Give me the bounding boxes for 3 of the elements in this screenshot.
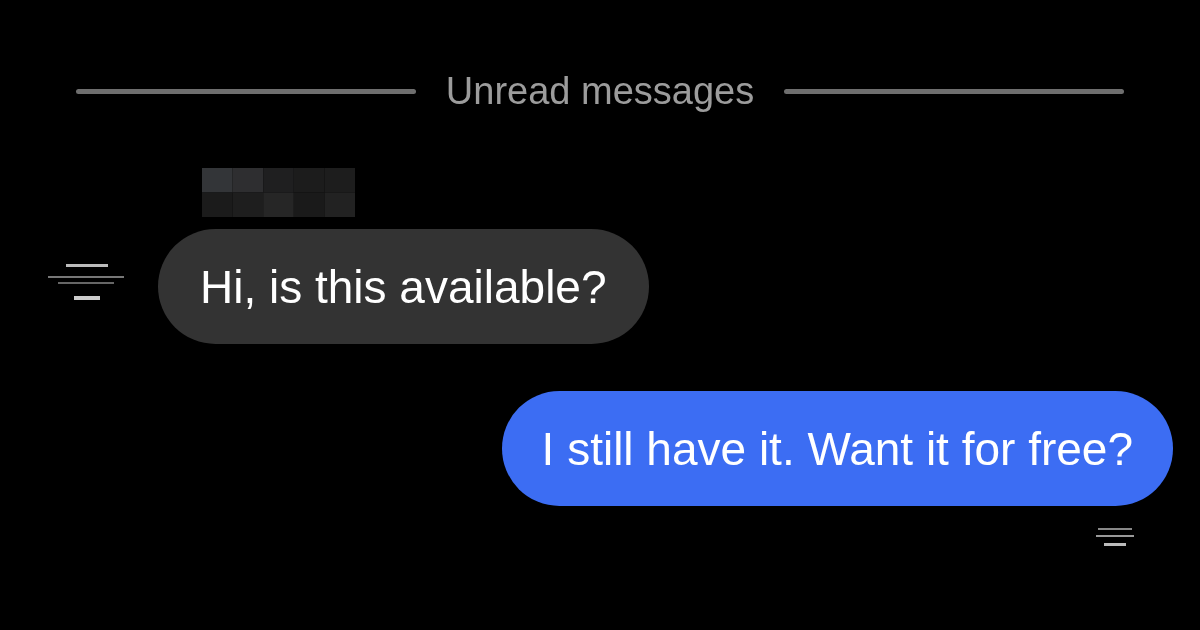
divider-label: Unread messages [445,69,755,113]
message-bubble: Hi, is this available? [158,229,649,344]
message-bubble: I still have it. Want it for free? [501,391,1173,506]
